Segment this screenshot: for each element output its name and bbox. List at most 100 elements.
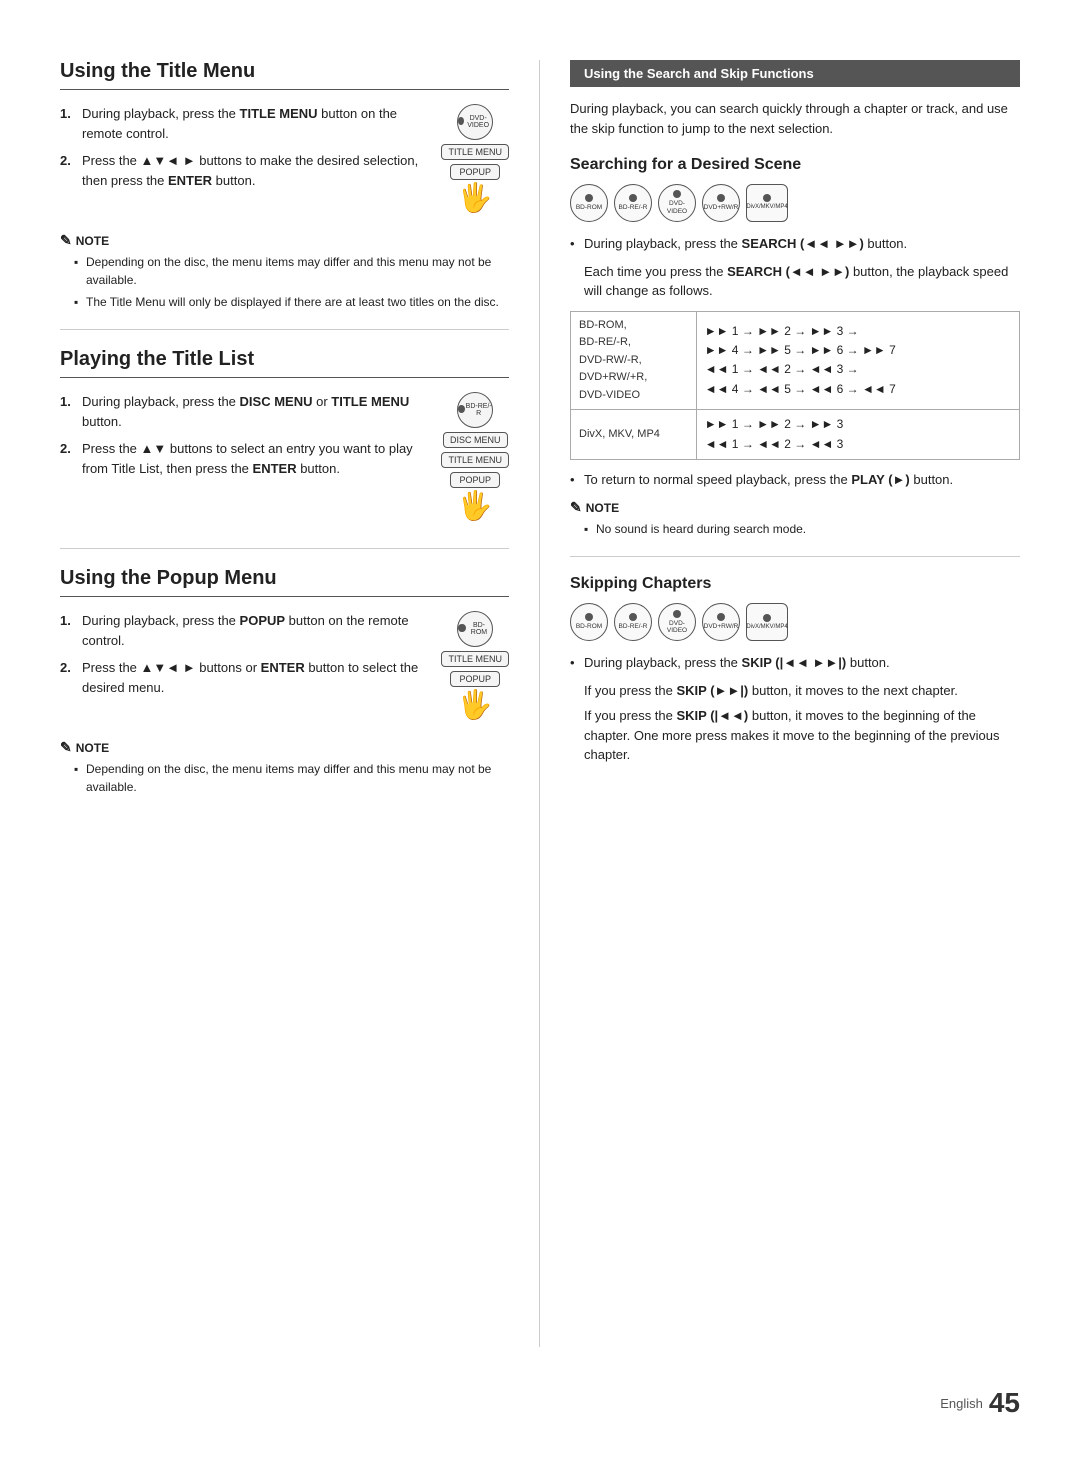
search-note-list: No sound is heard during search mode. — [570, 520, 1020, 538]
intro-text: During playback, you can search quickly … — [570, 99, 1020, 138]
search-note: ✎ NOTE No sound is heard during search m… — [570, 499, 1020, 538]
right-column: Using the Search and Skip Functions Duri… — [540, 60, 1020, 1347]
popup-note-text: NOTE — [76, 741, 109, 755]
skip-detail-1: If you press the SKIP (►►|) button, it m… — [570, 681, 1020, 701]
popup-menu-remote: BD-ROM TITLE MENU POPUP 🖐 — [441, 611, 509, 719]
popup-btn: POPUP — [450, 164, 500, 180]
skip-detail-2: If you press the SKIP (|◄◄) button, it m… — [570, 706, 1020, 765]
popup-step-2: 2. Press the ▲▼◄ ► buttons or ENTER butt… — [60, 658, 431, 697]
search-skip-header-box: Using the Search and Skip Functions — [570, 60, 1020, 87]
search-heading: Searching for a Desired Scene — [570, 156, 1020, 174]
popup-btn-2: POPUP — [450, 472, 500, 488]
search-bullet-2: Each time you press the SEARCH (◄◄ ►►) b… — [570, 262, 1020, 301]
popup-step-2-text: Press the ▲▼◄ ► buttons or ENTER button … — [82, 658, 431, 697]
note-icon-1: ✎ — [60, 232, 72, 249]
table-row-2: DivX, MKV, MP4 ►► 1 → ►► 2 → ►► 3 ◄◄ 1 →… — [571, 410, 1020, 459]
return-normal-speed: To return to normal speed playback, pres… — [570, 470, 1020, 490]
bd-rom-label: BD-ROM — [466, 622, 493, 636]
step-2: 2. Press the ▲▼◄ ► buttons to make the d… — [60, 151, 431, 190]
footer-lang: English — [940, 1396, 983, 1411]
search-speed-table: BD-ROM,BD-RE/-R,DVD-RW/-R,DVD+RW/+R,DVD-… — [570, 311, 1020, 460]
dvd-video-icon: DVD-VIDEO — [457, 104, 493, 140]
hand-icon-2: 🖐 — [458, 492, 493, 520]
title-menu-note-list: Depending on the disc, the menu items ma… — [60, 253, 509, 311]
disc-icon-bd-re-r: BD-RE/-R — [614, 184, 652, 222]
popup-step-1-text: During playback, press the POPUP button … — [82, 611, 431, 650]
popup-btn-3: POPUP — [450, 671, 500, 687]
popup-note: ✎ NOTE Depending on the disc, the menu i… — [60, 739, 509, 796]
main-content: Using the Title Menu DVD-VIDEO TITLE MEN… — [60, 60, 1020, 1347]
ptl-step-2-text: Press the ▲▼ buttons to select an entry … — [82, 439, 431, 478]
note-label-1: ✎ NOTE — [60, 232, 509, 249]
left-column: Using the Title Menu DVD-VIDEO TITLE MEN… — [60, 60, 540, 1347]
popup-step-1: 1. During playback, press the POPUP butt… — [60, 611, 431, 650]
note-text-1: NOTE — [76, 234, 109, 248]
popup-step-number-2: 2. — [60, 658, 78, 678]
page: Using the Title Menu DVD-VIDEO TITLE MEN… — [0, 0, 1080, 1479]
title-menu-content: DVD-VIDEO TITLE MENU POPUP 🖐 1. During p… — [60, 104, 509, 222]
popup-note-icon: ✎ — [60, 739, 72, 756]
search-note-label: ✎ NOTE — [570, 499, 1020, 516]
skip-section: Skipping Chapters BD-ROM BD-RE/-R DVD-VI… — [570, 575, 1020, 765]
disc-icon-dvd-video: DVD-VIDEO — [658, 184, 696, 222]
search-note-icon: ✎ — [570, 499, 582, 516]
playing-title-list-section: Playing the Title List BD-RE/-R DISC MEN… — [60, 348, 509, 530]
divider-2 — [60, 548, 509, 549]
ptl-step-1-text: During playback, press the DISC MENU or … — [82, 392, 431, 431]
skip-disc-icon-bd-rom: BD-ROM — [570, 603, 608, 641]
popup-note-label: ✎ NOTE — [60, 739, 509, 756]
skip-bullet-1: During playback, press the SKIP (|◄◄ ►►|… — [570, 653, 1020, 673]
skip-disc-icon-bd-re-r: BD-RE/-R — [614, 603, 652, 641]
note-item-1: Depending on the disc, the menu items ma… — [74, 253, 509, 289]
table-cell-label-2: DivX, MKV, MP4 — [571, 410, 697, 459]
title-menu-remote: DVD-VIDEO TITLE MENU POPUP 🖐 — [441, 104, 509, 212]
bd-re-r-icon: BD-RE/-R — [457, 392, 493, 428]
popup-menu-heading: Using the Popup Menu — [60, 567, 509, 597]
table-cell-values-2: ►► 1 → ►► 2 → ►► 3 ◄◄ 1 → ◄◄ 2 → ◄◄ 3 — [696, 410, 1019, 459]
ptl-step-number-2: 2. — [60, 439, 78, 459]
popup-step-number-1: 1. — [60, 611, 78, 631]
popup-menu-section: Using the Popup Menu BD-ROM TITLE MENU P… — [60, 567, 509, 796]
hand-icon: 🖐 — [458, 184, 493, 212]
bd-rom-icon: BD-ROM — [457, 611, 493, 647]
note-item-2: The Title Menu will only be displayed if… — [74, 293, 509, 311]
ptl-step-number-1: 1. — [60, 392, 78, 412]
popup-note-list: Depending on the disc, the menu items ma… — [60, 760, 509, 796]
search-note-text: NOTE — [586, 501, 619, 515]
skip-heading: Skipping Chapters — [570, 575, 1020, 593]
table-cell-label-1: BD-ROM,BD-RE/-R,DVD-RW/-R,DVD+RW/+R,DVD-… — [571, 311, 697, 410]
ptl-step-2: 2. Press the ▲▼ buttons to select an ent… — [60, 439, 431, 478]
title-menu-btn: TITLE MENU — [441, 144, 509, 160]
disc-icon-divx: DivX/MKV/MP4 — [746, 184, 788, 222]
popup-menu-content: BD-ROM TITLE MENU POPUP 🖐 1. During play… — [60, 611, 509, 729]
search-bullet-1: During playback, press the SEARCH (◄◄ ►►… — [570, 234, 1020, 254]
table-cell-values-1: ►► 1 → ►► 2 → ►► 3 → ►► 4 → ►► 5 → ►► 6 … — [696, 311, 1019, 410]
search-section: Searching for a Desired Scene BD-ROM BD-… — [570, 156, 1020, 538]
title-menu-note: ✎ NOTE Depending on the disc, the menu i… — [60, 232, 509, 311]
popup-note-item-1: Depending on the disc, the menu items ma… — [74, 760, 509, 796]
playing-title-remote: BD-RE/-R DISC MENU TITLE MENU POPUP 🖐 — [441, 392, 509, 520]
title-menu-heading: Using the Title Menu — [60, 60, 509, 90]
search-note-item-1: No sound is heard during search mode. — [584, 520, 1020, 538]
step-2-text: Press the ▲▼◄ ► buttons to make the desi… — [82, 151, 431, 190]
table-row-1: BD-ROM,BD-RE/-R,DVD-RW/-R,DVD+RW/+R,DVD-… — [571, 311, 1020, 410]
step-1-text: During playback, press the TITLE MENU bu… — [82, 104, 431, 143]
bd-re-r-label: BD-RE/-R — [465, 403, 492, 417]
page-footer: English 45 — [60, 1377, 1020, 1419]
hand-icon-3: 🖐 — [458, 691, 493, 719]
ptl-step-1: 1. During playback, press the DISC MENU … — [60, 392, 431, 431]
step-number-1: 1. — [60, 104, 78, 124]
title-menu-btn-3: TITLE MENU — [441, 651, 509, 667]
search-disc-icons: BD-ROM BD-RE/-R DVD-VIDEO DVD+RW/R — [570, 184, 1020, 222]
title-menu-btn-2: TITLE MENU — [441, 452, 509, 468]
divider-right-1 — [570, 556, 1020, 557]
skip-disc-icons: BD-ROM BD-RE/-R DVD-VIDEO DVD+RW/R — [570, 603, 1020, 641]
page-number: 45 — [989, 1387, 1020, 1419]
skip-disc-icon-dvd-video: DVD-VIDEO — [658, 603, 696, 641]
title-menu-section: Using the Title Menu DVD-VIDEO TITLE MEN… — [60, 60, 509, 311]
step-number-2: 2. — [60, 151, 78, 171]
divider-1 — [60, 329, 509, 330]
skip-disc-icon-divx: DivX/MKV/MP4 — [746, 603, 788, 641]
step-1: 1. During playback, press the TITLE MENU… — [60, 104, 431, 143]
disc-menu-btn: DISC MENU — [443, 432, 508, 448]
